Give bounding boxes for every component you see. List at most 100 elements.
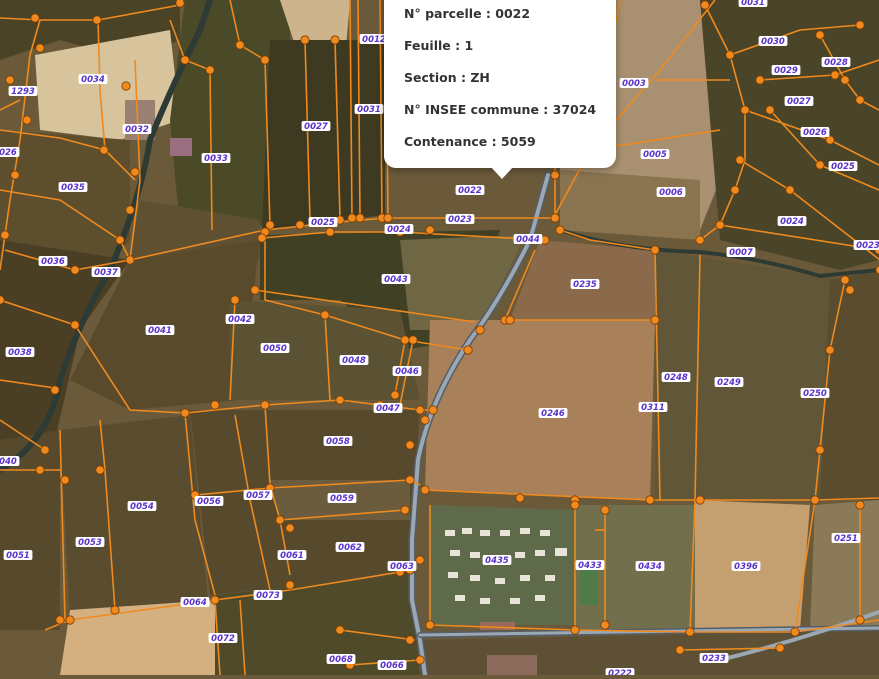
parcel-vertex[interactable] [405,475,415,485]
parcel-vertex[interactable] [855,95,865,105]
parcel-vertex[interactable] [775,643,785,653]
parcel-vertex[interactable] [550,170,560,180]
parcel-vertex[interactable] [845,285,855,295]
parcel-label[interactable]: 0044 [516,235,540,245]
parcel-vertex[interactable] [335,395,345,405]
parcel-vertex[interactable] [250,285,260,295]
parcel-label[interactable]: 0007 [729,248,753,258]
parcel-vertex[interactable] [130,167,140,177]
parcel-vertex[interactable] [10,170,20,180]
parcel-vertex[interactable] [415,405,425,415]
parcel-vertex[interactable] [408,335,418,345]
parcel-vertex[interactable] [840,275,850,285]
parcel-vertex[interactable] [645,495,655,505]
parcel-label[interactable]: 0073 [256,591,280,601]
parcel-label[interactable]: 0022 [458,186,482,196]
parcel-label[interactable]: 0047 [376,404,400,414]
parcel-label[interactable]: 0025 [311,218,335,228]
parcel-label[interactable]: 0027 [787,97,811,107]
parcel-vertex[interactable] [125,205,135,215]
parcel-label[interactable]: 1293 [11,87,35,97]
parcel-label[interactable]: 0311 [641,403,665,413]
parcel-label[interactable]: 0248 [664,373,688,383]
parcel-vertex[interactable] [765,105,775,115]
parcel-vertex[interactable] [65,615,75,625]
parcel-vertex[interactable] [650,245,660,255]
parcel-label[interactable]: 0028 [824,58,848,68]
parcel-label[interactable]: 0433 [578,561,602,571]
parcel-label[interactable]: 0061 [280,551,304,561]
parcel-vertex[interactable] [755,75,765,85]
parcel-vertex[interactable] [600,620,610,630]
parcel-label[interactable]: 0012 [362,35,386,45]
parcel-label[interactable]: 0434 [638,562,662,572]
parcel-label[interactable]: 0066 [380,661,404,671]
parcel-vertex[interactable] [415,655,425,665]
parcel-vertex[interactable] [675,645,685,655]
parcel-label[interactable]: 0029 [774,66,798,76]
parcel-vertex[interactable] [300,35,310,45]
parcel-label[interactable]: 0023 [448,215,472,225]
parcel-vertex[interactable] [125,255,135,265]
parcel-label[interactable]: 0031 [741,0,765,8]
parcel-vertex[interactable] [810,495,820,505]
parcel-vertex[interactable] [840,75,850,85]
parcel-vertex[interactable] [505,315,515,325]
parcel-vertex[interactable] [70,265,80,275]
parcel-vertex[interactable] [70,320,80,330]
parcel-vertex[interactable] [650,315,660,325]
parcel-vertex[interactable] [740,105,750,115]
parcel-label[interactable]: 0249 [717,378,741,388]
parcel-label[interactable]: 0050 [263,344,287,354]
parcel-label[interactable]: 0233 [702,654,726,664]
parcel-vertex[interactable] [475,325,485,335]
parcel-label[interactable]: 0222 [608,669,632,679]
parcel-vertex[interactable] [420,415,430,425]
parcel-vertex[interactable] [815,160,825,170]
parcel-label[interactable]: 0034 [81,75,105,85]
parcel-vertex[interactable] [257,233,267,243]
parcel-vertex[interactable] [715,220,725,230]
parcel-vertex[interactable] [295,220,305,230]
parcel-vertex[interactable] [40,445,50,455]
parcel-vertex[interactable] [285,523,295,533]
parcel-vertex[interactable] [735,155,745,165]
parcel-vertex[interactable] [210,400,220,410]
parcel-vertex[interactable] [95,465,105,475]
parcel-vertex[interactable] [355,213,365,223]
parcel-vertex[interactable] [570,500,580,510]
parcel-label[interactable]: 0072 [211,634,235,644]
parcel-vertex[interactable] [205,65,215,75]
parcel-vertex[interactable] [400,505,410,515]
parcel-label[interactable]: 0031 [357,105,381,115]
parcel-vertex[interactable] [725,50,735,60]
parcel-vertex[interactable] [99,145,109,155]
parcel-vertex[interactable] [855,615,865,625]
parcel-vertex[interactable] [695,495,705,505]
parcel-label[interactable]: 0246 [541,409,565,419]
parcel-vertex[interactable] [335,625,345,635]
parcel-vertex[interactable] [425,225,435,235]
parcel-vertex[interactable] [685,627,695,637]
parcel-vertex[interactable] [180,55,190,65]
parcel-label[interactable]: 0005 [643,150,667,160]
parcel-label[interactable]: 0053 [78,538,102,548]
parcel-vertex[interactable] [60,475,70,485]
parcel-label[interactable]: 0054 [130,502,154,512]
parcel-label[interactable]: 0026 [0,148,17,158]
parcel-vertex[interactable] [92,15,102,25]
parcel-vertex[interactable] [235,40,245,50]
parcel-label[interactable]: 0023 [856,241,879,251]
parcel-label[interactable]: 0046 [395,367,419,377]
parcel-vertex[interactable] [55,615,65,625]
parcel-vertex[interactable] [30,13,40,23]
parcel-label[interactable]: 0396 [734,562,758,572]
parcel-label[interactable]: 0027 [304,122,328,132]
parcel-label[interactable]: 0024 [780,217,804,227]
parcel-vertex[interactable] [260,400,270,410]
parcel-vertex[interactable] [428,405,438,415]
parcel-vertex[interactable] [550,213,560,223]
parcel-vertex[interactable] [230,295,240,305]
parcel-label[interactable]: 0003 [622,79,646,89]
parcel-vertex[interactable] [5,75,15,85]
